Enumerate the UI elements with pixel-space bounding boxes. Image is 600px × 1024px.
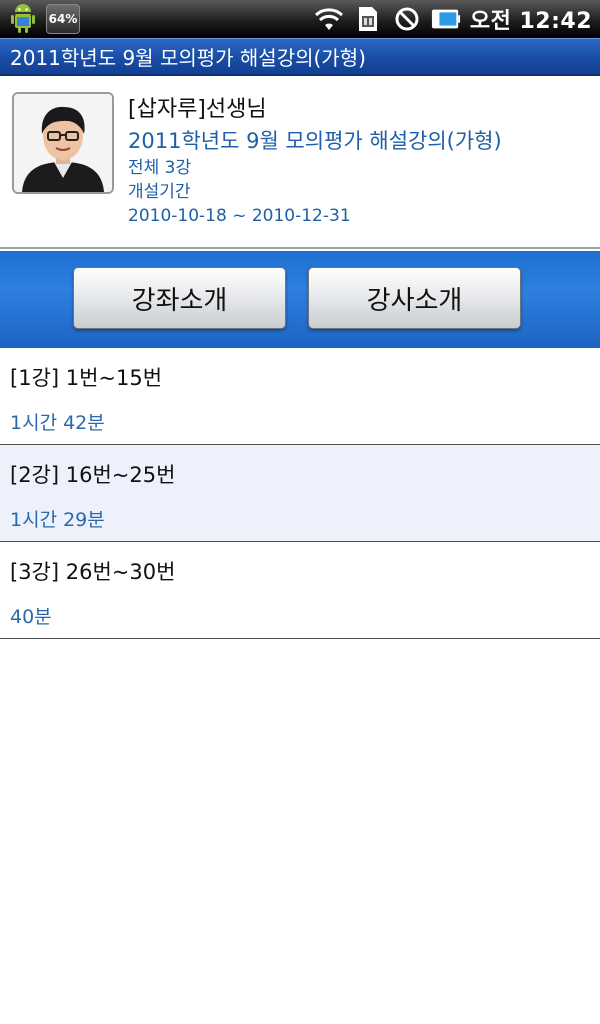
total-lectures: 전체 3강	[128, 158, 192, 178]
wifi-icon	[314, 5, 344, 33]
teacher-intro-button[interactable]: 강사소개	[308, 267, 521, 329]
course-title: 2011학년도 9월 모의평가 해설강의(가형)	[128, 129, 502, 153]
course-info-panel: [삽자루]선생님 2011학년도 9월 모의평가 해설강의(가형) 전체 3강 …	[0, 76, 600, 249]
lecture-duration: 1시간 29분	[10, 509, 105, 531]
lecture-duration: 1시간 42분	[10, 412, 105, 434]
no-sign-icon	[392, 5, 422, 33]
battery-percent-badge: 64%	[46, 4, 80, 34]
lecture-list: [1강] 1번~15번 1시간 42분 [2강] 16번~25번 1시간 29분…	[0, 348, 600, 639]
teacher-avatar	[12, 92, 114, 194]
course-intro-button[interactable]: 강좌소개	[73, 267, 286, 329]
lecture-title: [2강] 16번~25번	[10, 463, 176, 487]
title-bar: 2011학년도 9월 모의평가 해설강의(가형)	[0, 38, 600, 76]
lecture-row-3[interactable]: [3강] 26번~30번 40분	[0, 542, 600, 639]
lecture-row-1[interactable]: [1강] 1번~15번 1시간 42분	[0, 348, 600, 445]
course-period: 2010-10-18 ~ 2010-12-31	[128, 206, 351, 226]
sim-icon	[353, 5, 383, 33]
lecture-title: [1강] 1번~15번	[10, 366, 163, 390]
clock: 오전 12:42	[469, 9, 592, 34]
page-title: 2011학년도 9월 모의평가 해설강의(가형)	[10, 46, 366, 70]
status-bar: 64% 오전 12:42	[0, 0, 600, 38]
lecture-row-2[interactable]: [2강] 16번~25번 1시간 29분	[0, 445, 600, 542]
period-label: 개설기간	[128, 182, 191, 202]
button-band: 강좌소개 강사소개	[0, 251, 600, 348]
teacher-name: [삽자루]선생님	[128, 97, 267, 122]
lecture-duration: 40분	[10, 606, 52, 628]
lecture-title: [3강] 26번~30번	[10, 560, 176, 584]
android-icon	[6, 2, 40, 36]
battery-icon	[431, 5, 461, 33]
